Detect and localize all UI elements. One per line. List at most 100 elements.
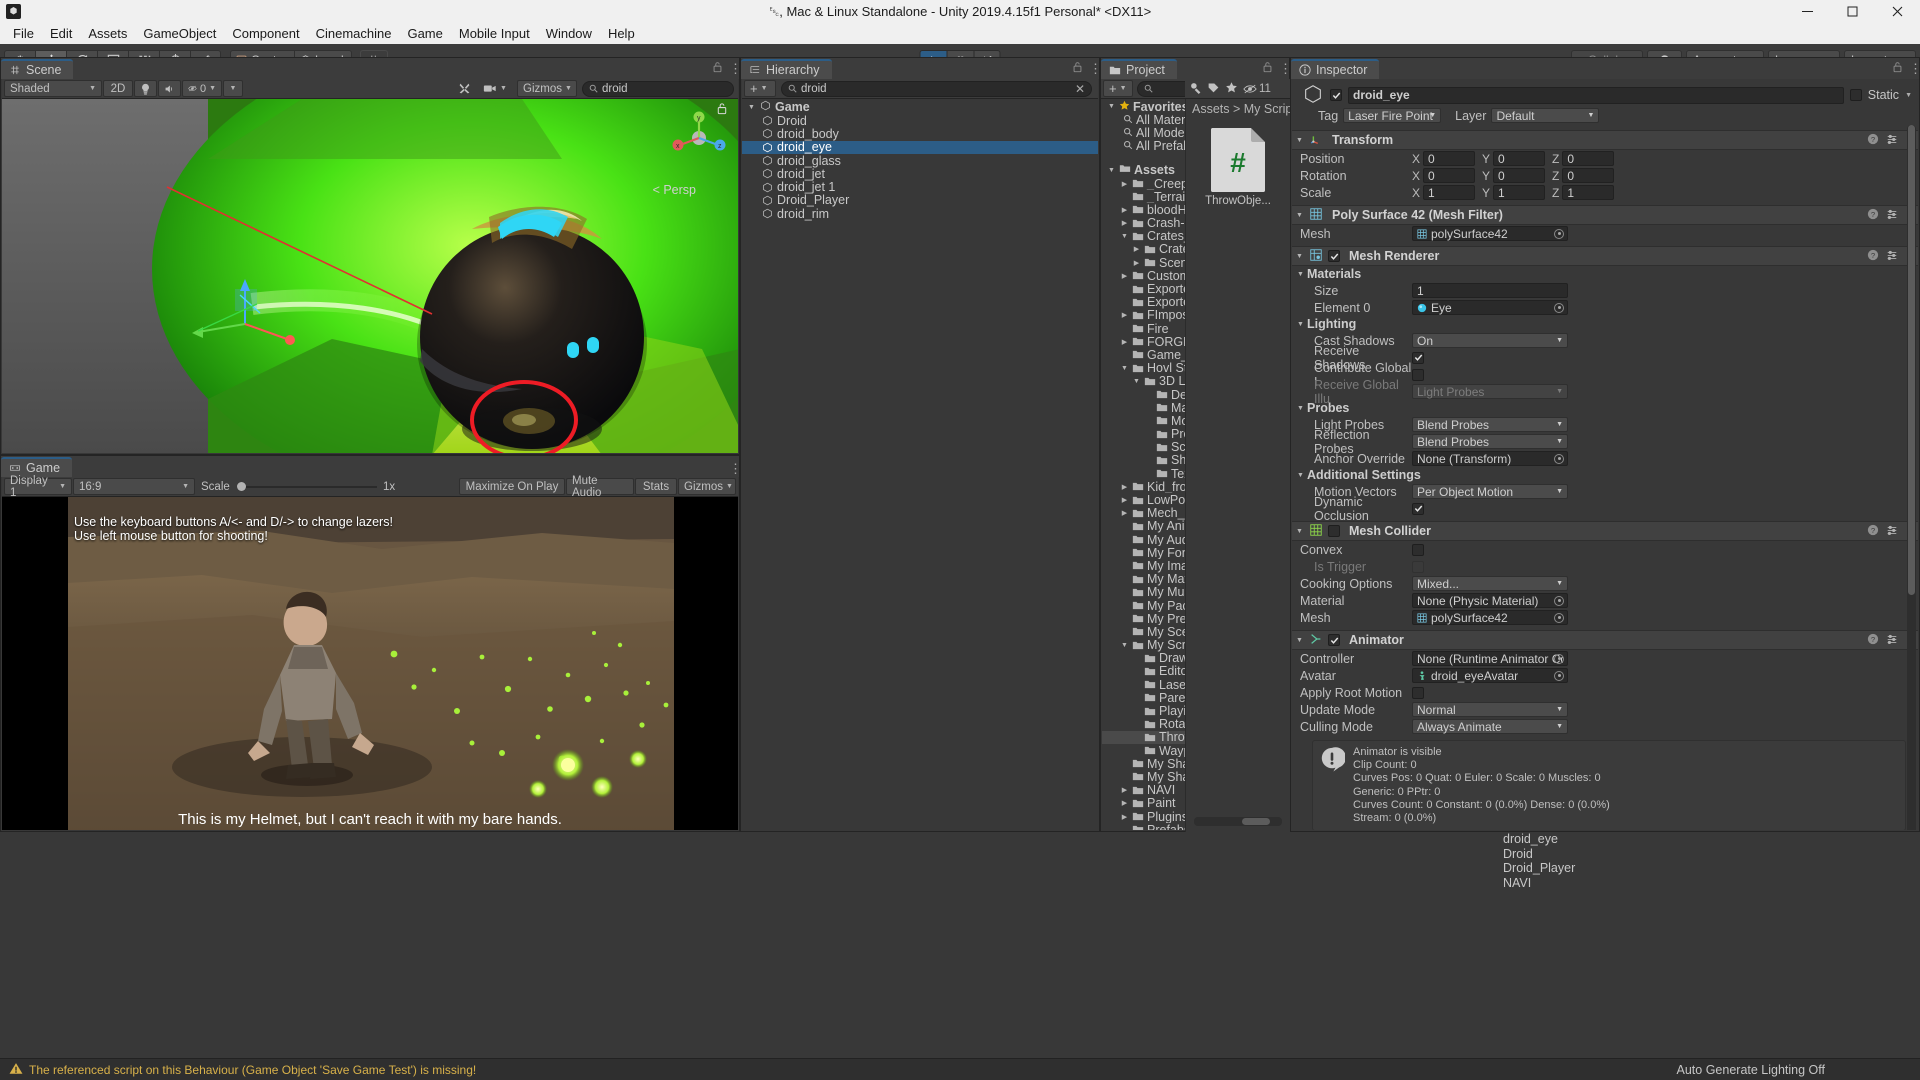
inspector-scrollbar[interactable]	[1907, 125, 1916, 830]
path-item[interactable]: NAVI	[1481, 876, 1841, 891]
project-menu-icon[interactable]: ⋮	[1279, 62, 1292, 75]
culling-mode-dropdown[interactable]: Always Animate ▼	[1412, 719, 1568, 734]
scene-fx-dropdown[interactable]: 0 ▼	[182, 80, 222, 97]
component-header-transform[interactable]: ▼ Transform ? ⋮	[1292, 130, 1918, 150]
scene-tools-icon[interactable]	[451, 80, 477, 97]
preset-icon[interactable]	[1886, 249, 1898, 264]
toggle-2d-button[interactable]: 2D	[103, 80, 133, 97]
expand-arrow-right-icon[interactable]: ▶	[1120, 206, 1129, 214]
hierarchy-item[interactable]: droid_glass	[742, 154, 1098, 168]
hierarchy-search-input[interactable]: droid ✕	[781, 80, 1092, 97]
mesh-filter-expand-arrow-icon[interactable]: ▼	[1295, 212, 1304, 219]
hierarchy-lock-icon[interactable]	[1072, 61, 1083, 76]
assets-expand-arrow-icon[interactable]: ▼	[1107, 167, 1116, 174]
game-menu-icon[interactable]: ⋮	[729, 462, 742, 475]
help-icon[interactable]: ?	[1867, 208, 1879, 223]
inspector-menu-icon[interactable]: ⋮	[1909, 62, 1920, 75]
transform-rotation-y-input[interactable]: 0	[1493, 168, 1546, 183]
expand-arrow-down-icon[interactable]: ▼	[1132, 378, 1141, 385]
materials-element0-field[interactable]: Eye	[1412, 300, 1568, 315]
reflection-probes-dropdown[interactable]: Blend Probes ▼	[1412, 434, 1568, 449]
animator-expand-arrow-icon[interactable]: ▼	[1295, 637, 1304, 644]
preset-icon[interactable]	[1886, 133, 1898, 148]
scene-camera-icon[interactable]: ▼	[478, 80, 516, 97]
gizmos-dropdown[interactable]: Gizmos ▼	[517, 80, 577, 97]
light-probes-dropdown[interactable]: Blend Probes ▼	[1412, 417, 1568, 432]
materials-section[interactable]: ▼ Materials	[1292, 266, 1918, 282]
additional-settings-section[interactable]: ▼ Additional Settings	[1292, 467, 1918, 483]
hierarchy-create-button[interactable]: + ▼	[744, 80, 776, 97]
menu-mobile-input[interactable]: Mobile Input	[451, 23, 538, 44]
project-lock-icon[interactable]	[1262, 61, 1273, 76]
hierarchy-item[interactable]: droid_jet	[742, 167, 1098, 181]
component-header-mesh-filter[interactable]: ▼ Poly Surface 42 (Mesh Filter) ? ⋮	[1292, 205, 1918, 225]
menu-file[interactable]: File	[5, 23, 42, 44]
tag-dropdown[interactable]: Laser Fire Point ▼	[1343, 108, 1442, 123]
lighting-expand-arrow-icon[interactable]: ▼	[1296, 321, 1305, 328]
menu-component[interactable]: Component	[224, 23, 307, 44]
scene-viewport[interactable]: < Persp y x z	[2, 99, 738, 453]
probes-expand-arrow-icon[interactable]: ▼	[1296, 405, 1305, 412]
cooking-options-dropdown[interactable]: Mixed... ▼	[1412, 576, 1568, 591]
hierarchy-item[interactable]: droid_jet 1	[742, 180, 1098, 194]
transform-scale-y-input[interactable]: 1	[1493, 185, 1546, 200]
menu-help[interactable]: Help	[600, 23, 643, 44]
menu-assets[interactable]: Assets	[80, 23, 135, 44]
expand-arrow-right-icon[interactable]: ▶	[1120, 813, 1129, 821]
menu-game[interactable]: Game	[399, 23, 450, 44]
help-icon[interactable]: ?	[1867, 633, 1879, 648]
expand-arrow-right-icon[interactable]: ▶	[1120, 311, 1129, 319]
lock-icon[interactable]	[712, 61, 723, 76]
close-button[interactable]	[1875, 0, 1920, 23]
project-breadcrumb[interactable]: Assets > My Scripts	[1186, 99, 1290, 116]
hierarchy-item[interactable]: droid_rim	[742, 207, 1098, 221]
mesh-collider-expand-arrow-icon[interactable]: ▼	[1295, 528, 1304, 535]
scene-fx-toggle-icon[interactable]: ▼	[223, 80, 243, 97]
favorites-expand-arrow-icon[interactable]: ▼	[1107, 103, 1116, 110]
hierarchy-item[interactable]: droid_body	[742, 127, 1098, 141]
transform-position-x-input[interactable]: 0	[1423, 151, 1476, 166]
lighting-section[interactable]: ▼ Lighting	[1292, 316, 1918, 332]
help-icon[interactable]: ?	[1867, 524, 1879, 539]
preset-icon[interactable]	[1886, 524, 1898, 539]
contribute-gi-checkbox[interactable]	[1412, 368, 1424, 381]
object-name-input[interactable]: droid_eye	[1348, 86, 1844, 104]
project-content-area[interactable]: Assets > My Scripts # ThrowObje...	[1185, 99, 1290, 832]
hierarchy-search-clear-icon[interactable]: ✕	[1075, 82, 1085, 96]
persp-label[interactable]: < Persp	[653, 183, 696, 197]
inspector-lock-icon[interactable]	[1892, 61, 1903, 76]
transform-rotation-x-input[interactable]: 0	[1423, 168, 1476, 183]
static-checkbox[interactable]	[1849, 89, 1862, 101]
apply-root-motion-checkbox[interactable]	[1412, 686, 1424, 699]
collider-material-field[interactable]: None (Physic Material)	[1412, 593, 1568, 608]
tab-project[interactable]: Project	[1101, 59, 1177, 79]
expand-arrow-right-icon[interactable]: ▶	[1120, 219, 1129, 227]
component-header-mesh-collider[interactable]: ▼ Mesh Collider ? ⋮	[1292, 521, 1918, 541]
collider-mesh-field[interactable]: polySurface42	[1412, 610, 1568, 625]
expand-arrow-right-icon[interactable]: ▶	[1120, 509, 1129, 517]
convex-checkbox[interactable]	[1412, 543, 1424, 556]
animator-enabled-checkbox[interactable]	[1328, 634, 1340, 646]
transform-rotation-z-input[interactable]: 0	[1562, 168, 1615, 183]
aspect-dropdown[interactable]: 16:9 ▼	[73, 478, 195, 495]
transform-position-z-input[interactable]: 0	[1562, 151, 1615, 166]
update-mode-dropdown[interactable]: Normal ▼	[1412, 702, 1568, 717]
help-icon[interactable]: ?	[1867, 249, 1879, 264]
mesh-filter-mesh-field[interactable]: polySurface42	[1412, 226, 1568, 241]
menu-window[interactable]: Window	[538, 23, 600, 44]
tab-hierarchy[interactable]: Hierarchy	[741, 59, 832, 79]
static-dropdown-arrow-icon[interactable]: ▼	[1905, 92, 1912, 99]
minimize-button[interactable]	[1785, 0, 1830, 23]
hierarchy-scene-root[interactable]: ▼ Game	[742, 100, 1098, 114]
layer-dropdown[interactable]: Default ▼	[1491, 108, 1600, 123]
preset-icon[interactable]	[1886, 633, 1898, 648]
animator-controller-field[interactable]: None (Runtime Animator Con	[1412, 651, 1568, 666]
tab-inspector[interactable]: Inspector	[1291, 59, 1380, 79]
object-enabled-checkbox[interactable]	[1330, 89, 1342, 101]
menu-cinemachine[interactable]: Cinemachine	[308, 23, 400, 44]
maximize-button[interactable]	[1830, 0, 1875, 23]
expand-arrow-down-icon[interactable]: ▼	[1120, 233, 1129, 240]
shading-mode-dropdown[interactable]: Shaded ▼	[4, 80, 102, 97]
mute-audio-button[interactable]: Mute Audio	[566, 475, 634, 499]
hierarchy-item[interactable]: Droid_Player	[742, 193, 1098, 207]
